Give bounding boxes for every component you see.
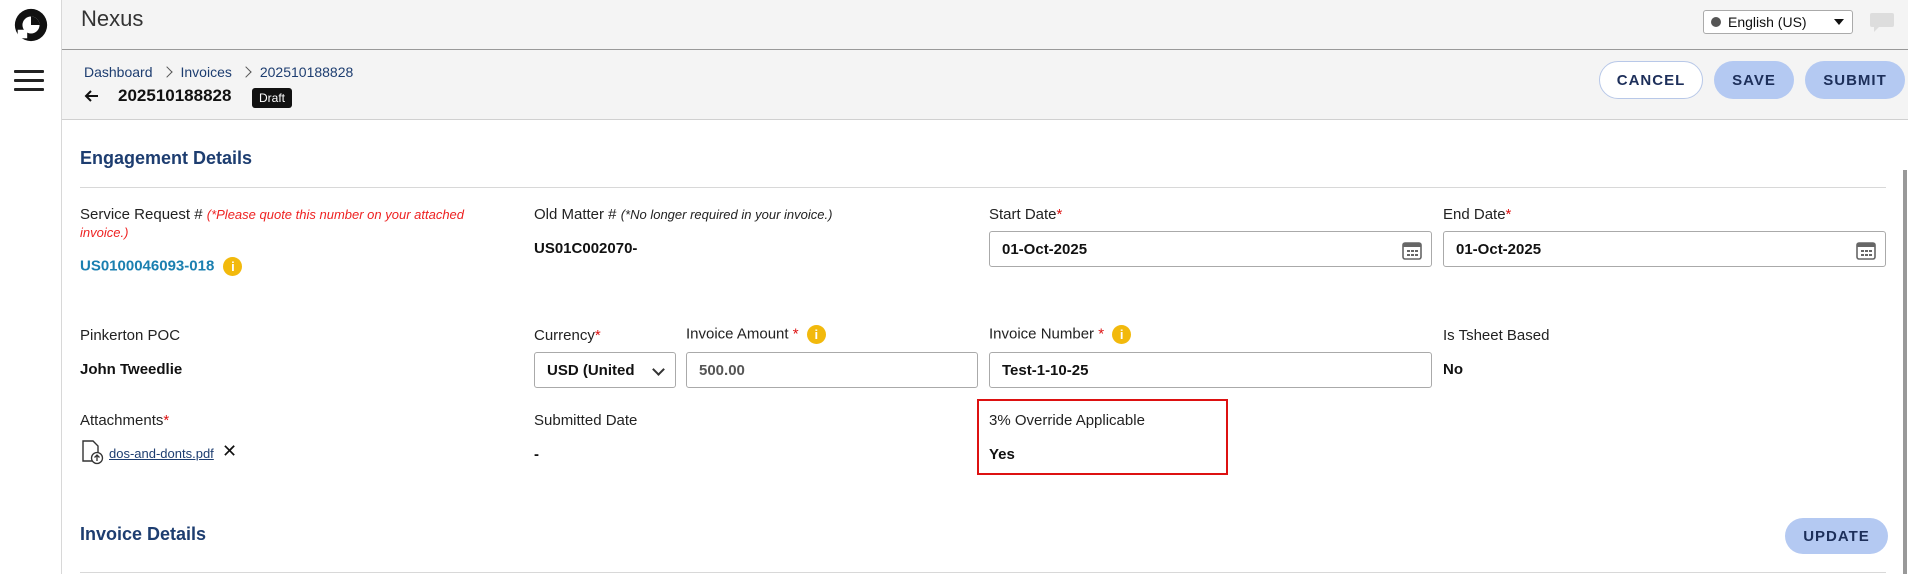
chevron-down-icon bbox=[652, 363, 665, 376]
submit-button[interactable]: SUBMIT bbox=[1805, 61, 1905, 99]
currency-label: Currency* bbox=[534, 327, 601, 344]
info-icon[interactable]: i bbox=[223, 257, 243, 276]
attachment-link[interactable]: dos-and-donts.pdf bbox=[109, 446, 214, 461]
invoice-amount-label: Invoice Amount * i bbox=[686, 325, 826, 344]
service-request-label: Service Request # (*Please quote this nu… bbox=[80, 206, 465, 240]
override-label: 3% Override Applicable bbox=[989, 412, 1145, 429]
section-divider bbox=[80, 572, 1886, 573]
calendar-icon[interactable] bbox=[1401, 239, 1423, 261]
calendar-icon[interactable] bbox=[1855, 239, 1877, 261]
chevron-right-icon bbox=[160, 66, 173, 78]
status-badge: Draft bbox=[252, 88, 293, 108]
breadcrumb-dashboard[interactable]: Dashboard bbox=[84, 64, 153, 80]
poc-value: John Tweedlie bbox=[80, 361, 183, 378]
globe-icon bbox=[1711, 17, 1721, 27]
end-date-field[interactable]: 01-Oct-2025 bbox=[1443, 231, 1886, 267]
language-value: English (US) bbox=[1728, 14, 1807, 30]
service-request-value[interactable]: US0100046093-018 i bbox=[80, 257, 243, 276]
old-matter-value: US01C002070- bbox=[534, 240, 638, 257]
tsheet-value: No bbox=[1443, 361, 1463, 378]
nexus-logo-icon bbox=[14, 8, 48, 42]
top-bar: Nexus English (US) bbox=[62, 0, 1908, 50]
tsheet-label: Is Tsheet Based bbox=[1443, 327, 1550, 344]
invoice-number-label: Invoice Number * i bbox=[989, 325, 1132, 344]
page-title: 202510188828 bbox=[118, 86, 232, 105]
cancel-button[interactable]: CANCEL bbox=[1599, 61, 1703, 99]
update-button[interactable]: UPDATE bbox=[1785, 518, 1888, 554]
page-header: Dashboard Invoices 202510188828 20251018… bbox=[62, 50, 1908, 120]
remove-attachment-icon[interactable]: ✕ bbox=[222, 441, 237, 462]
info-icon[interactable]: i bbox=[1112, 325, 1132, 344]
start-date-field[interactable]: 01-Oct-2025 bbox=[989, 231, 1432, 267]
poc-label: Pinkerton POC bbox=[80, 327, 181, 344]
chevron-down-icon bbox=[1834, 19, 1844, 25]
override-highlight-box bbox=[977, 399, 1228, 475]
scrollbar-thumb[interactable] bbox=[1903, 170, 1907, 574]
breadcrumb-invoices[interactable]: Invoices bbox=[181, 64, 232, 80]
section-divider bbox=[80, 187, 1886, 188]
old-matter-label: Old Matter # (*No longer required in you… bbox=[534, 206, 833, 223]
submitted-date-label: Submitted Date bbox=[534, 412, 638, 429]
invoice-amount-field[interactable]: 500.00 bbox=[686, 352, 978, 388]
language-select[interactable]: English (US) bbox=[1703, 10, 1853, 34]
file-upload-icon bbox=[82, 440, 104, 465]
currency-select[interactable]: USD (United bbox=[534, 352, 676, 388]
info-icon[interactable]: i bbox=[806, 325, 826, 344]
breadcrumb-current[interactable]: 202510188828 bbox=[260, 64, 353, 80]
app-title: Nexus bbox=[81, 6, 144, 31]
engagement-details-title: Engagement Details bbox=[80, 148, 253, 168]
left-rail bbox=[0, 0, 62, 574]
end-date-label: End Date* bbox=[1443, 206, 1512, 223]
attachments-label: Attachments* bbox=[80, 412, 170, 429]
old-matter-note: (*No longer required in your invoice.) bbox=[620, 207, 833, 222]
submitted-date-value: - bbox=[534, 446, 539, 463]
override-value: Yes bbox=[989, 446, 1015, 463]
chat-icon[interactable] bbox=[1868, 11, 1896, 33]
invoice-details-title: Invoice Details bbox=[80, 524, 207, 544]
chevron-right-icon bbox=[240, 66, 252, 78]
start-date-label: Start Date* bbox=[989, 206, 1063, 223]
invoice-number-field[interactable]: Test-1-10-25 bbox=[989, 352, 1432, 388]
breadcrumb: Dashboard Invoices 202510188828 bbox=[84, 64, 353, 80]
back-arrow-icon[interactable] bbox=[82, 86, 102, 106]
menu-hamburger-icon[interactable] bbox=[14, 70, 44, 94]
save-button[interactable]: SAVE bbox=[1714, 61, 1794, 99]
